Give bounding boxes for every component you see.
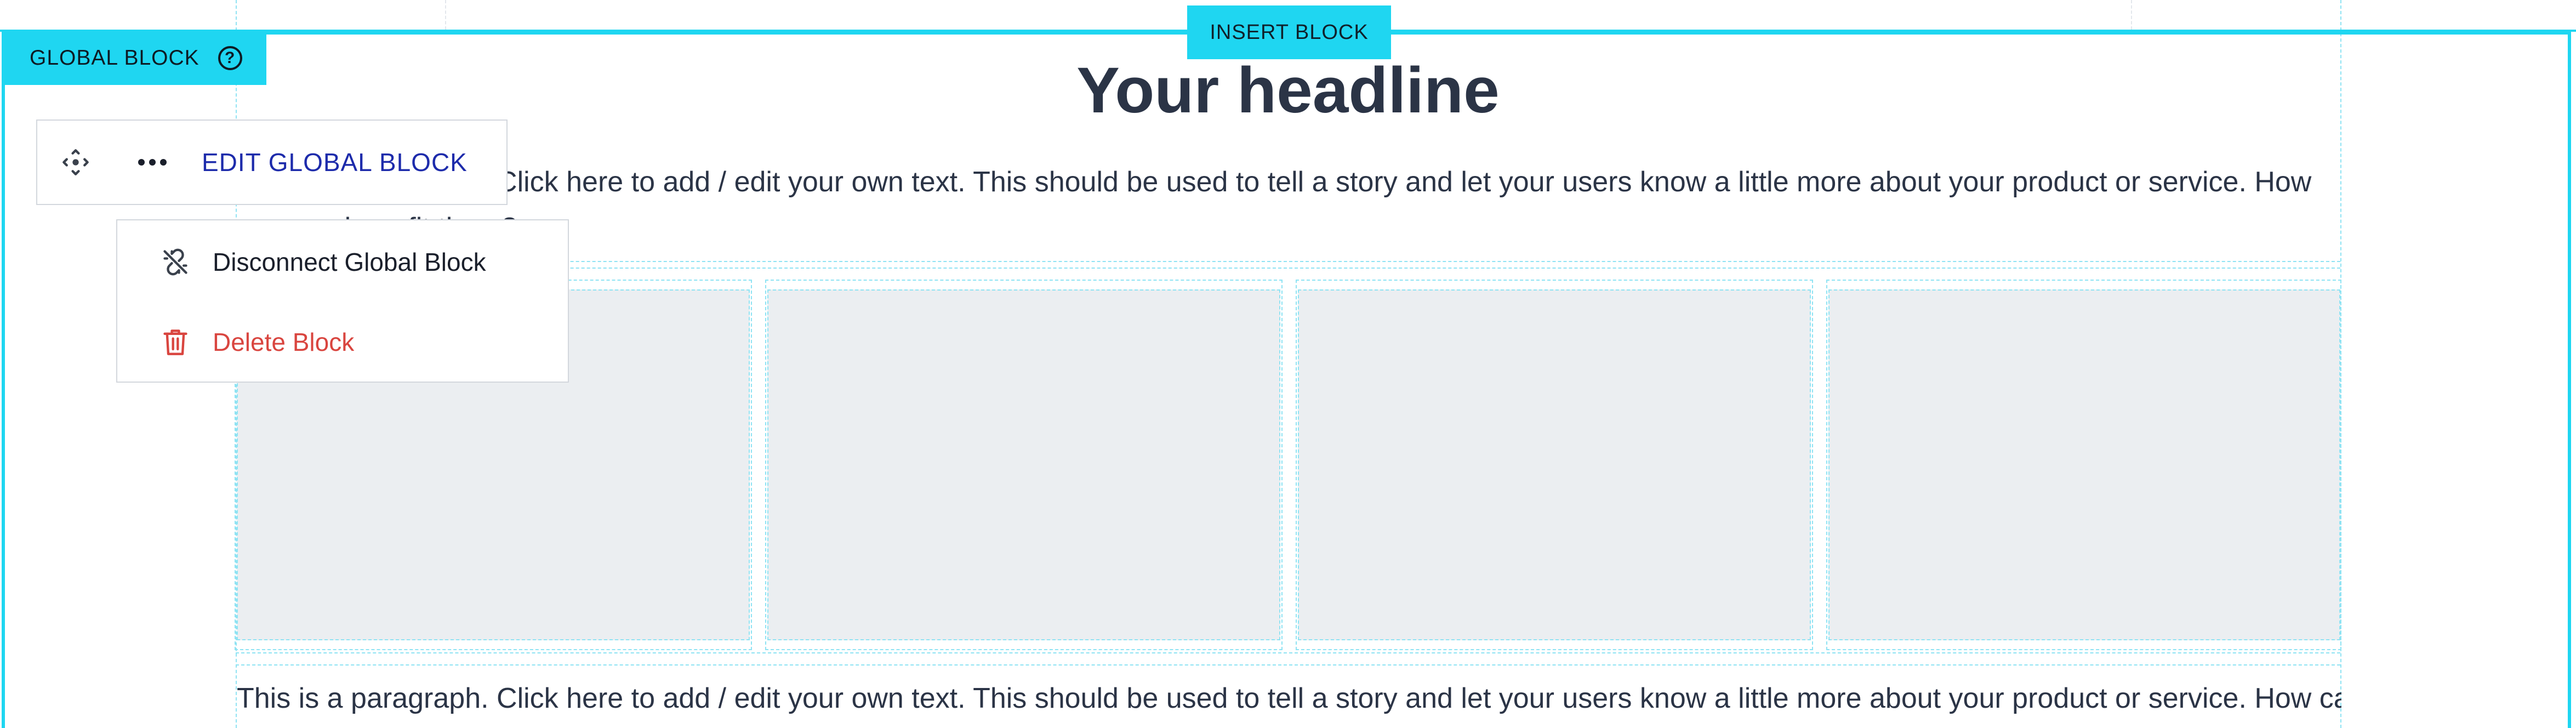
guide-tick — [445, 0, 446, 30]
image-placeholder-3[interactable] — [1298, 289, 1811, 640]
global-block-tag-label: GLOBAL BLOCK — [30, 46, 200, 70]
insert-block-button[interactable]: INSERT BLOCK — [1187, 5, 1391, 59]
page-editor-canvas: Your headline This is a paragraph. Click… — [0, 0, 2576, 728]
paragraph-text[interactable]: This is a paragraph. Click here to add /… — [237, 675, 2341, 721]
menu-item-label: Disconnect Global Block — [213, 248, 486, 276]
disconnect-global-block-item[interactable]: Disconnect Global Block — [117, 229, 568, 295]
image-placeholder-4[interactable] — [1828, 289, 2340, 640]
move-arrows-icon[interactable] — [37, 121, 114, 204]
menu-item-label: Delete Block — [213, 328, 355, 356]
block-toolbar: EDIT GLOBAL BLOCK — [36, 120, 508, 205]
edit-global-block-button[interactable]: EDIT GLOBAL BLOCK — [202, 147, 468, 177]
ellipsis-icon[interactable] — [114, 121, 191, 204]
help-icon[interactable]: ? — [218, 46, 242, 70]
block-options-menu: Disconnect Global Block Delete Block — [116, 219, 569, 383]
headline[interactable]: Your headline — [236, 55, 2340, 126]
guide-tick — [2131, 0, 2132, 30]
image-placeholder-2[interactable] — [767, 289, 1280, 640]
unlink-icon — [159, 246, 192, 278]
global-block-tag: GLOBAL BLOCK ? — [3, 31, 266, 85]
trash-icon — [159, 326, 192, 359]
delete-block-item[interactable]: Delete Block — [117, 309, 568, 375]
